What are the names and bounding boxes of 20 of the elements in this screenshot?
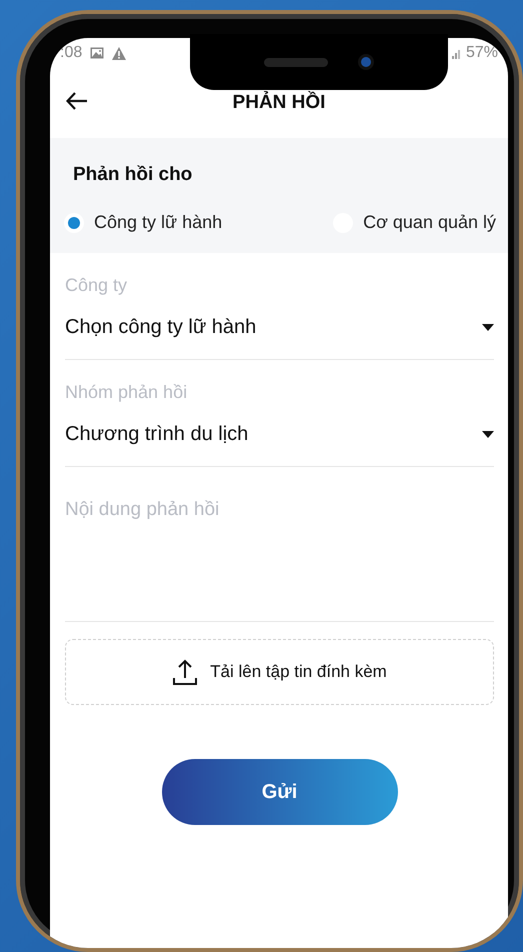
submit-button[interactable]: Gửi	[162, 759, 398, 825]
back-button[interactable]	[66, 92, 88, 110]
battery-level: 57%	[466, 44, 498, 62]
image-icon	[90, 47, 104, 59]
caret-icon	[482, 431, 494, 438]
dropdown-field[interactable]: Chọn công ty lữ hành	[65, 296, 494, 359]
caret-icon	[482, 324, 494, 331]
status-time: :08	[60, 44, 82, 62]
upload-icon	[172, 659, 198, 685]
signal-icon	[452, 47, 462, 59]
field-label: Công ty	[65, 275, 128, 296]
page-title: PHẢN HỒI	[232, 92, 326, 114]
warning-icon	[112, 46, 126, 60]
radio-button[interactable]	[64, 212, 84, 232]
radio-label: Cơ quan quản lý	[363, 212, 496, 233]
upload-button[interactable]: Tải lên tập tin đính kèm	[65, 639, 494, 705]
radio-label: Công ty lữ hành	[94, 212, 222, 233]
field-label: Nhóm phản hồi	[65, 382, 188, 403]
dropdown-field[interactable]: Chương trình du lịch	[65, 403, 494, 466]
section-title: Phản hồi cho	[73, 164, 194, 186]
